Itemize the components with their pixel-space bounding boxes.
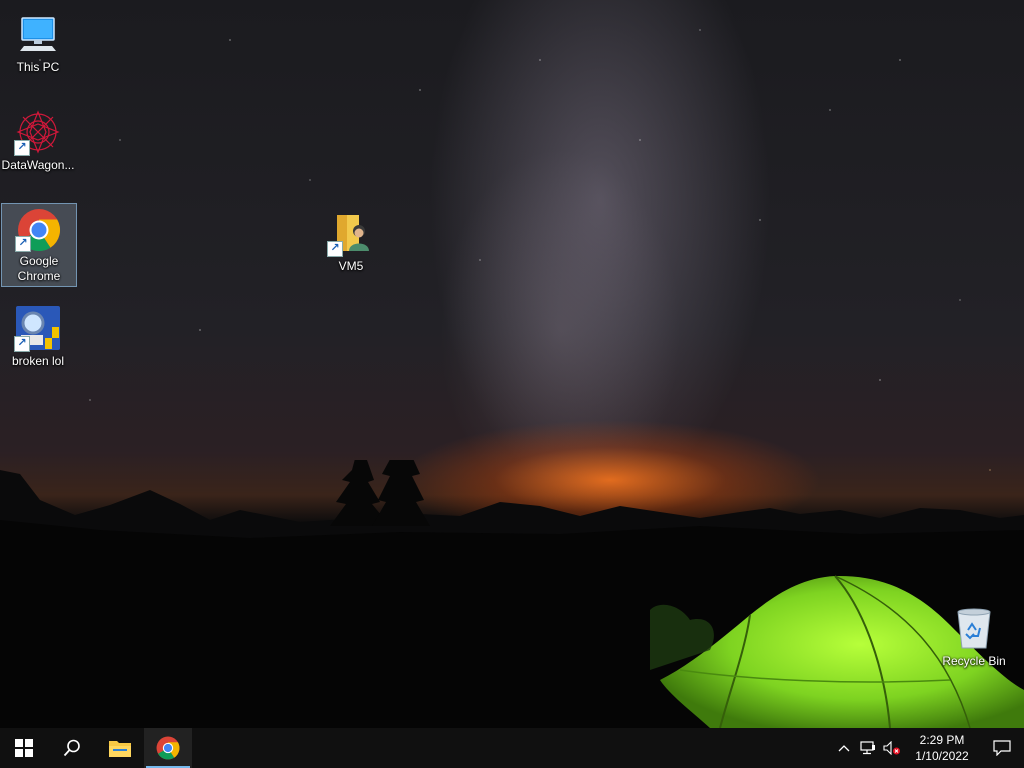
clock-time: 2:29 PM [919,733,965,747]
desktop-icon-broken-lol[interactable]: ↗ broken lol [0,300,76,372]
system-tray: 2:29 PM 1/10/2022 [832,728,1024,768]
desktop-icon-vm5[interactable]: ↗ VM5 [313,205,389,277]
computer-icon [14,10,62,58]
shortcut-arrow-icon: ↗ [14,336,30,352]
shortcut-arrow-icon: ↗ [14,140,30,156]
taskbar-google-chrome[interactable] [144,728,192,768]
search-icon [63,739,80,757]
desktop-icon-label: Recycle Bin [942,654,1006,668]
volume-button[interactable] [880,728,904,768]
volume-muted-icon [883,741,900,755]
desktop-icon-recycle-bin[interactable]: Recycle Bin [936,600,1012,672]
desktop-icon-label: This PC [16,60,60,74]
clock-date: 1/10/2022 [915,749,969,763]
desktop-icon-label: Google Chrome [17,254,61,283]
shortcut-arrow-icon: ↗ [15,236,31,252]
desktop-icon-this-pc[interactable]: This PC [0,6,76,78]
file-explorer-icon [109,741,131,757]
datawagon-icon: ↗ [14,108,62,156]
user-folder-icon: ↗ [327,209,375,257]
starry-sky [0,0,1024,500]
action-center-button[interactable] [980,728,1024,768]
start-button[interactable] [0,728,48,768]
chrome-icon [156,736,180,760]
chrome-icon: ↗ [15,208,63,252]
desktop-icon-label: VM5 [338,259,364,273]
clock[interactable]: 2:29 PM 1/10/2022 [904,728,980,768]
chevron-up-icon [838,745,850,752]
notification-icon [993,740,1011,756]
network-icon [860,741,875,755]
desktop-background[interactable]: This PC ↗ DataWagon... ↗ Google Chrome ↗… [0,0,1024,728]
desktop-icon-google-chrome[interactable]: ↗ Google Chrome [1,203,77,287]
desktop-icon-label: broken lol [11,354,65,368]
desktop-icon-datawagon[interactable]: ↗ DataWagon... [0,104,76,176]
taskbar: 2:29 PM 1/10/2022 [0,728,1024,768]
search-button[interactable] [48,728,96,768]
desktop-icon-label: DataWagon... [1,158,75,172]
recycle-bin-icon [950,604,998,652]
broken-app-icon: ↗ [14,304,62,352]
windows-logo-icon [15,739,33,757]
show-hidden-icons-button[interactable] [832,728,856,768]
network-button[interactable] [856,728,880,768]
taskbar-file-explorer[interactable] [96,728,144,768]
shortcut-arrow-icon: ↗ [327,241,343,257]
